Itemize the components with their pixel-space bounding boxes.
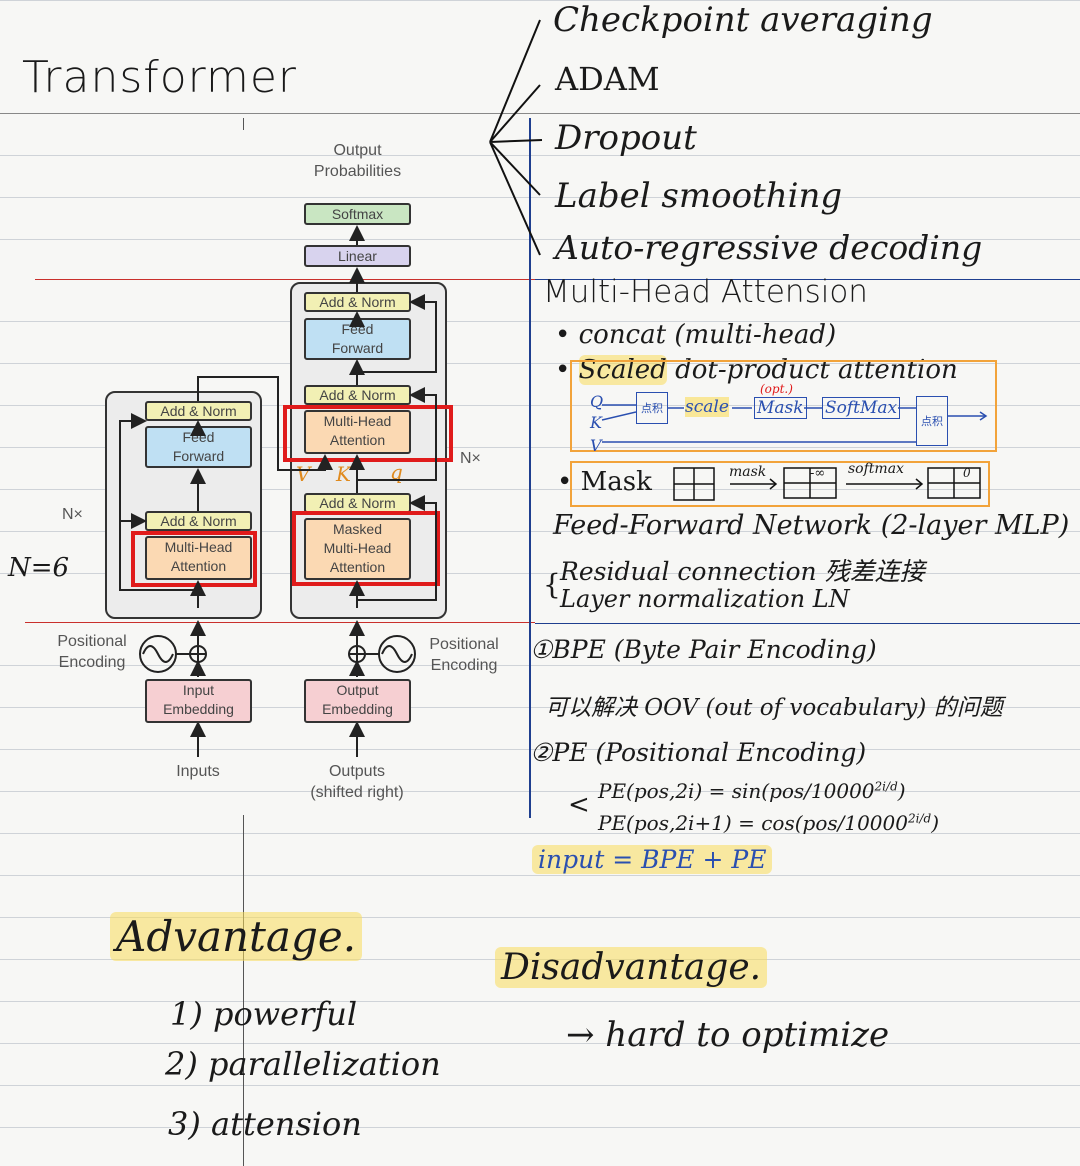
branch-item: Label smoothing (555, 176, 843, 216)
bpe-title: ①BPE (Byte Pair Encoding) (530, 635, 877, 664)
output-embedding-block: Output Embedding (304, 679, 411, 723)
flow-opt: (opt.) (760, 382, 793, 396)
matmul-box-2: 点积 (916, 396, 948, 446)
zero-label: 0 (963, 466, 971, 480)
pe-formula-cos: PE(pos,2i+1) = cos(pos/100002i/d) (598, 811, 939, 835)
rule-line (0, 1127, 1080, 1128)
bracket: { (543, 568, 561, 601)
branch-item: Checkpoint averaging (553, 0, 933, 40)
pe-cos-exp: 2i/d (907, 811, 932, 826)
diagram-arrows (119, 225, 437, 757)
pe-sin-exp: 2i/d (874, 779, 898, 794)
mask-arrow-label: mask (729, 464, 767, 480)
matmul-label: 点积 (641, 402, 663, 415)
rule-line (0, 1085, 1080, 1086)
rule-line (0, 875, 1080, 876)
advantage-title: Advantage. (110, 912, 363, 961)
rule-line (0, 1001, 1080, 1002)
concat-note: • concat (multi-head) (555, 320, 837, 350)
pe-formula-sin: PE(pos,2i) = sin(pos/100002i/d) (598, 779, 906, 803)
mask-label: • Mask (557, 467, 652, 497)
disadvantage-item: → hard to optimize (566, 1015, 890, 1055)
flow-q: Q (590, 392, 604, 411)
pe-cos-text: PE(pos,2i+1) = cos(pos/10000 (598, 811, 908, 835)
advantage-item: 1) powerful (170, 995, 358, 1033)
bpe-desc: 可以解决 OOV (out of vocabulary) 的问题 (545, 695, 1003, 721)
inputs-label: Inputs (176, 763, 220, 780)
input-embedding-block: Input Embedding (145, 679, 252, 723)
matmul-label: 点积 (921, 415, 943, 428)
advantage-item: 3) attension (168, 1105, 362, 1143)
residual-note: Residual connection 残差连接 (560, 557, 925, 586)
branch-item: ADAM (555, 60, 660, 98)
flow-scale: scale (685, 397, 729, 417)
pe-bracket: < (568, 790, 590, 820)
neg-inf: -∞ (810, 466, 826, 481)
disadvantage-title: Disadvantage. (495, 947, 768, 988)
matmul-box-1: 点积 (636, 392, 668, 424)
positional-encoding-right: Positional Encoding (429, 636, 499, 674)
mask-grids (673, 467, 981, 501)
advantage-item: 2) parallelization (165, 1045, 441, 1083)
mha-heading: Multi-Head Attension (543, 274, 868, 310)
rule-line (0, 1043, 1080, 1044)
layernorm-note: Layer normalization LN (560, 585, 850, 613)
softmax-arrow-label: softmax (848, 461, 904, 477)
branch-item: Auto-regressive decoding (555, 228, 983, 267)
outputs-label: Outputs (shifted right) (310, 763, 404, 801)
rule-line (535, 623, 1080, 624)
branch-item: Dropout (555, 118, 697, 158)
ffn-note: Feed-Forward Network (2-layer MLP) (553, 510, 1070, 541)
flow-softmax: SoftMax (822, 397, 901, 419)
positional-encoding-left: Positional Encoding (57, 633, 127, 671)
flow-v: V (590, 436, 602, 455)
flow-k: K (590, 413, 602, 432)
input-formula: input = BPE + PE (532, 845, 773, 874)
pe-title: ②PE (Positional Encoding) (530, 738, 867, 767)
flow-mask: Mask (754, 397, 807, 419)
pe-sin-text: PE(pos,2i) = sin(pos/10000 (598, 779, 875, 803)
